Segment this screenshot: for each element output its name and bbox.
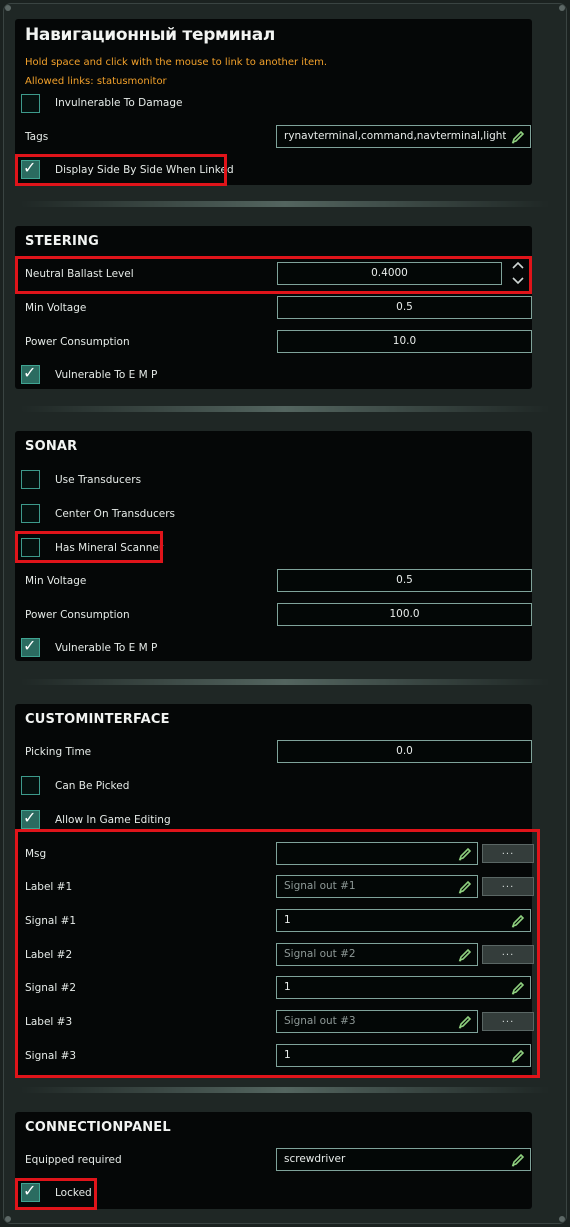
- picking-time-input[interactable]: 0.0: [277, 740, 532, 763]
- steering-title: STEERING: [25, 234, 99, 249]
- steering-emp-checkbox[interactable]: ✓: [21, 363, 40, 384]
- tags-input[interactable]: rynavterminal,command,navterminal,light: [276, 125, 531, 148]
- use-transducers-checkbox[interactable]: [21, 470, 40, 489]
- pencil-icon[interactable]: [510, 1152, 526, 1168]
- checkmark-icon: ✓: [23, 363, 37, 382]
- sonar-power-label: Power Consumption: [25, 609, 130, 621]
- sonar-emp-checkbox[interactable]: ✓: [21, 636, 40, 657]
- sonar-min-voltage-label: Min Voltage: [25, 575, 87, 587]
- center-transducers-label: Center On Transducers: [55, 508, 176, 520]
- center-transducers-checkbox[interactable]: [21, 504, 40, 523]
- sonar-power-value: 100.0: [389, 608, 420, 620]
- allow-editing-checkbox[interactable]: ✓: [21, 808, 40, 829]
- allowed-links-text: Allowed links: statusmonitor: [25, 76, 167, 87]
- pencil-icon[interactable]: [510, 129, 526, 145]
- highlight-side-by-side: [15, 154, 227, 186]
- highlight-locked: [15, 1178, 97, 1210]
- checkmark-icon: ✓: [23, 808, 37, 827]
- corner-rivet: [5, 5, 11, 11]
- can-be-picked-checkbox[interactable]: [21, 776, 40, 795]
- steering-power-input[interactable]: 10.0: [277, 330, 532, 353]
- highlight-mineral-scanner: [15, 531, 163, 563]
- custominterface-title: CUSTOMINTERFACE: [25, 712, 170, 727]
- sonar-power-input[interactable]: 100.0: [277, 603, 532, 626]
- sonar-emp-label: Vulnerable To E M P: [55, 642, 158, 654]
- section-divider: [20, 201, 550, 207]
- highlight-ballast: [15, 256, 532, 294]
- tags-value: rynavterminal,command,navterminal,light: [284, 130, 506, 142]
- corner-rivet: [5, 1216, 11, 1222]
- section-divider: [20, 1087, 550, 1093]
- equipped-input[interactable]: screwdriver: [276, 1148, 531, 1171]
- tags-label: Tags: [25, 131, 49, 143]
- steering-min-voltage-value: 0.5: [396, 301, 413, 313]
- steering-power-value: 10.0: [392, 335, 417, 347]
- equipped-label: Equipped required: [25, 1154, 122, 1166]
- invulnerable-checkbox[interactable]: [21, 94, 40, 113]
- picking-time-label: Picking Time: [25, 746, 92, 758]
- use-transducers-label: Use Transducers: [55, 474, 142, 486]
- steering-power-label: Power Consumption: [25, 336, 130, 348]
- sonar-min-voltage-input[interactable]: 0.5: [277, 569, 532, 592]
- steering-min-voltage-label: Min Voltage: [25, 302, 87, 314]
- section-divider: [20, 679, 550, 685]
- checkmark-icon: ✓: [23, 636, 37, 655]
- steering-emp-label: Vulnerable To E M P: [55, 369, 158, 381]
- section-divider: [20, 406, 550, 412]
- can-be-picked-label: Can Be Picked: [55, 780, 130, 792]
- picking-time-value: 0.0: [396, 745, 413, 757]
- connectionpanel-title: CONNECTIONPANEL: [25, 1120, 171, 1135]
- sonar-min-voltage-value: 0.5: [396, 574, 413, 586]
- highlight-signal-fields: [15, 829, 540, 1078]
- window-title: Навигационный терминал: [25, 25, 276, 45]
- equipped-value: screwdriver: [284, 1153, 346, 1165]
- link-hint-text: Hold space and click with the mouse to l…: [25, 57, 328, 68]
- steering-min-voltage-input[interactable]: 0.5: [277, 296, 532, 319]
- invulnerable-label: Invulnerable To Damage: [55, 97, 183, 109]
- allow-editing-label: Allow In Game Editing: [55, 814, 171, 826]
- steering-section: STEERING Neutral Ballast Level 0.4000 Mi…: [15, 226, 532, 389]
- corner-rivet: [559, 5, 565, 11]
- corner-rivet: [559, 1216, 565, 1222]
- sonar-title: SONAR: [25, 439, 78, 454]
